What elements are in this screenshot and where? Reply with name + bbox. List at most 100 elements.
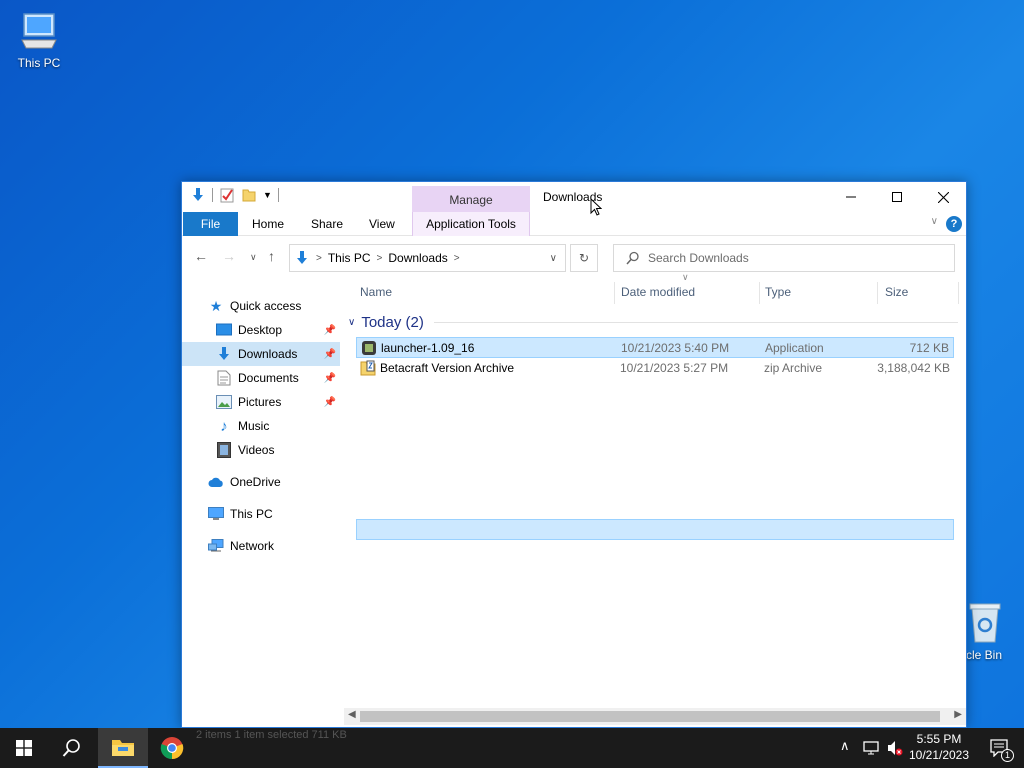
recent-locations-chevron-icon[interactable]: ∨ (250, 252, 257, 263)
pin-icon[interactable]: 📌 (324, 349, 336, 360)
network-icon[interactable] (862, 740, 880, 756)
scroll-left-arrow-icon[interactable]: ◀ (348, 709, 356, 720)
maximize-button[interactable] (874, 182, 920, 212)
up-arrow-icon[interactable]: ↑ (268, 248, 275, 264)
table-row[interactable]: Betacraft Version Archive 10/21/2023 5:2… (356, 358, 954, 379)
sidebar-item-label: Desktop (238, 323, 283, 337)
application-icon (361, 340, 377, 359)
column-divider[interactable] (614, 282, 615, 304)
maximize-icon (892, 192, 902, 202)
show-hidden-icons-chevron-icon[interactable]: ∧ (840, 738, 850, 754)
file-size: 712 KB (909, 341, 949, 355)
forward-arrow-icon[interactable]: → (222, 248, 236, 264)
breadcrumb-downloads[interactable]: Downloads (388, 251, 447, 265)
title-bar[interactable]: ▼ Manage Downloads (182, 182, 966, 212)
computer-icon (208, 506, 224, 522)
tab-view[interactable]: View (369, 212, 395, 236)
start-button[interactable] (0, 728, 48, 768)
scrollbar-thumb[interactable] (360, 711, 940, 722)
file-row-launcher[interactable] (356, 519, 954, 540)
document-icon (216, 370, 232, 386)
group-header-today[interactable]: ∨ Today (2) (348, 314, 958, 331)
file-name: launcher-1.09_16 (381, 341, 475, 355)
sidebar-item-desktop[interactable]: Desktop 📌 (182, 318, 340, 342)
customize-toolbar-chevron-icon[interactable]: ▼ (263, 190, 272, 200)
search-icon (626, 251, 639, 265)
sidebar-item-videos[interactable]: Videos (182, 438, 340, 462)
music-note-icon: ♪ (220, 417, 228, 435)
breadcrumb-chevron-icon[interactable]: > (377, 253, 383, 264)
desktop-icon-this-pc[interactable]: This PC (4, 10, 74, 70)
notification-count-badge: 1 (1001, 749, 1014, 762)
minimize-button[interactable] (828, 182, 874, 212)
column-header-type[interactable]: Type (765, 278, 791, 306)
tab-file[interactable]: File (183, 212, 238, 236)
back-arrow-icon[interactable]: ← (194, 248, 208, 264)
close-button[interactable] (920, 182, 966, 212)
chrome-taskbar-button[interactable] (148, 728, 196, 768)
properties-icon[interactable] (219, 187, 235, 203)
scroll-right-arrow-icon[interactable]: ▶ (954, 709, 962, 720)
sidebar-item-music[interactable]: ♪ Music (182, 414, 340, 438)
column-divider[interactable] (877, 282, 878, 304)
this-pc-label: This PC (17, 56, 61, 70)
volume-muted-icon[interactable] (886, 740, 904, 756)
breadcrumb-this-pc[interactable]: This PC (328, 251, 371, 265)
file-name: Betacraft Version Archive (380, 361, 515, 375)
sidebar-item-quick-access[interactable]: ★ Quick access (182, 294, 340, 318)
column-header-size[interactable]: Size (885, 278, 908, 306)
sidebar-item-label: Videos (238, 443, 275, 457)
system-clock[interactable]: 5:55 PM 10/21/2023 (906, 731, 972, 763)
breadcrumb-chevron-icon[interactable]: > (316, 253, 322, 264)
address-history-chevron-icon[interactable]: ∨ (550, 253, 557, 264)
download-arrow-icon (297, 251, 307, 264)
sidebar-item-this-pc[interactable]: This PC (182, 502, 340, 526)
sidebar-item-pictures[interactable]: Pictures 📌 (182, 390, 340, 414)
pin-icon[interactable]: 📌 (324, 373, 336, 384)
film-icon (216, 442, 232, 458)
horizontal-scrollbar[interactable]: ◀ ▶ (344, 708, 966, 725)
sidebar-item-network[interactable]: Network (182, 534, 340, 558)
file-type: zip Archive (764, 361, 823, 375)
quick-access-toolbar: ▼ (190, 187, 279, 203)
column-divider[interactable] (759, 282, 760, 304)
new-folder-icon[interactable] (241, 187, 257, 203)
computer-icon (21, 13, 57, 49)
desktop-icon (216, 322, 232, 338)
sidebar-item-label: Documents (238, 371, 299, 385)
expand-ribbon-chevron-icon[interactable]: ∨ (931, 216, 938, 227)
breadcrumb-chevron-icon[interactable]: > (454, 253, 460, 264)
sidebar-item-downloads[interactable]: Downloads 📌 (182, 342, 340, 366)
tab-share[interactable]: Share (311, 212, 343, 236)
pictures-icon (216, 394, 232, 410)
file-date: 10/21/2023 5:40 PM (621, 341, 730, 355)
sidebar-item-onedrive[interactable]: OneDrive (182, 470, 340, 494)
file-explorer-taskbar-button[interactable] (98, 728, 148, 768)
recycle-bin-icon (969, 603, 1001, 643)
tab-application-tools[interactable]: Application Tools (412, 212, 530, 236)
address-bar[interactable]: > This PC > Downloads > ∨ (289, 244, 566, 272)
table-row[interactable]: launcher-1.09_16 10/21/2023 5:40 PM Appl… (356, 337, 954, 358)
collapse-chevron-icon[interactable]: ∨ (348, 317, 355, 328)
search-taskbar-button[interactable] (48, 728, 96, 768)
sidebar-item-label: Pictures (238, 395, 282, 409)
search-box[interactable] (613, 244, 955, 272)
refresh-button[interactable]: ↻ (570, 244, 598, 272)
column-header-name[interactable]: Name (360, 278, 392, 306)
help-button[interactable]: ? (946, 216, 962, 232)
sidebar-item-label: Quick access (230, 299, 302, 313)
search-input[interactable] (648, 251, 938, 265)
mouse-cursor-icon (590, 198, 602, 216)
clock-date: 10/21/2023 (908, 748, 970, 762)
pin-icon[interactable]: 📌 (324, 397, 336, 408)
sidebar-item-documents[interactable]: Documents 📌 (182, 366, 340, 390)
action-center-button[interactable]: 1 (976, 728, 1024, 768)
pin-icon[interactable]: 📌 (324, 325, 336, 336)
group-divider (433, 322, 958, 323)
tab-home[interactable]: Home (252, 212, 284, 236)
tab-manage[interactable]: Manage (412, 186, 530, 212)
recycle-bin-label: ycle Bin (960, 648, 1003, 662)
close-icon (937, 191, 949, 203)
file-explorer-window: ▼ Manage Downloads File Home Share View … (181, 181, 967, 728)
column-divider[interactable] (958, 282, 959, 304)
